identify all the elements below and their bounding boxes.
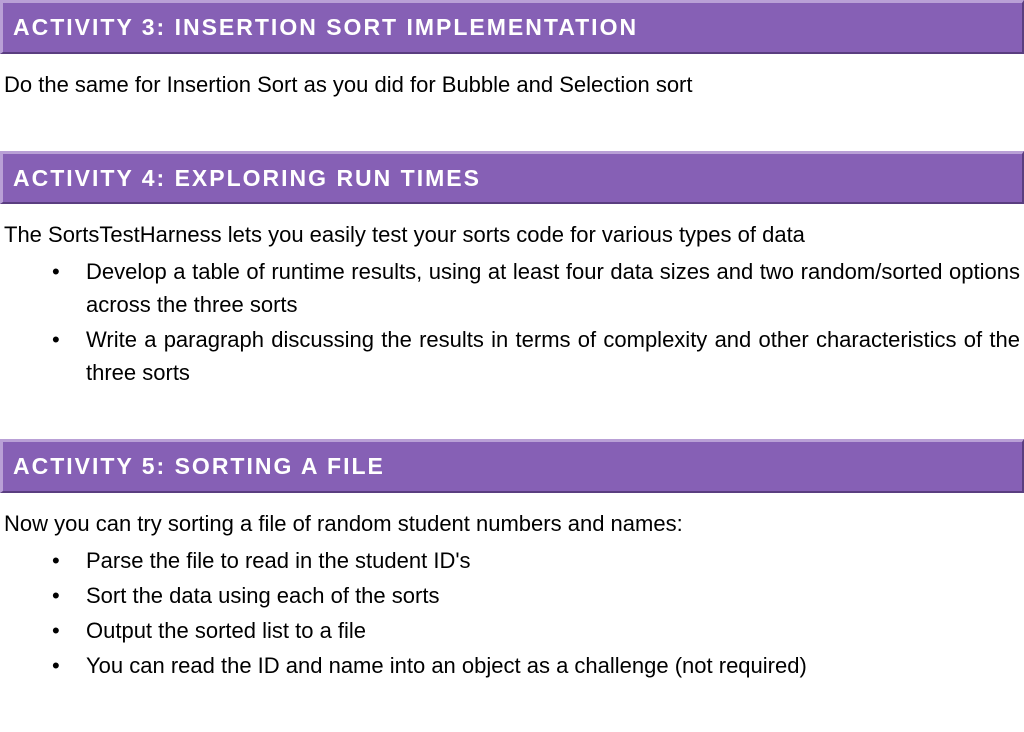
activity-3-intro: Do the same for Insertion Sort as you di… [4,68,1020,101]
activity-3-body: Do the same for Insertion Sort as you di… [0,54,1024,101]
activity-5-heading: ACTIVITY 5: SORTING A FILE [0,439,1024,493]
list-item: Output the sorted list to a file [52,614,1020,647]
list-item: Parse the file to read in the student ID… [52,544,1020,577]
list-item: Sort the data using each of the sorts [52,579,1020,612]
activity-5: ACTIVITY 5: SORTING A FILE Now you can t… [0,439,1024,682]
activity-5-bullets: Parse the file to read in the student ID… [4,544,1020,682]
list-item: Write a paragraph discussing the results… [52,323,1020,389]
list-item: Develop a table of runtime results, usin… [52,255,1020,321]
activity-3-heading: ACTIVITY 3: INSERTION SORT IMPLEMENTATIO… [0,0,1024,54]
activity-4-intro: The SortsTestHarness lets you easily tes… [4,218,1020,251]
activity-4-bullets: Develop a table of runtime results, usin… [4,255,1020,389]
activity-5-body: Now you can try sorting a file of random… [0,493,1024,682]
activity-4-body: The SortsTestHarness lets you easily tes… [0,204,1024,389]
list-item: You can read the ID and name into an obj… [52,649,1020,682]
activity-4-heading: ACTIVITY 4: EXPLORING RUN TIMES [0,151,1024,205]
activity-4: ACTIVITY 4: EXPLORING RUN TIMES The Sort… [0,151,1024,390]
activity-5-intro: Now you can try sorting a file of random… [4,507,1020,540]
activity-3: ACTIVITY 3: INSERTION SORT IMPLEMENTATIO… [0,0,1024,101]
